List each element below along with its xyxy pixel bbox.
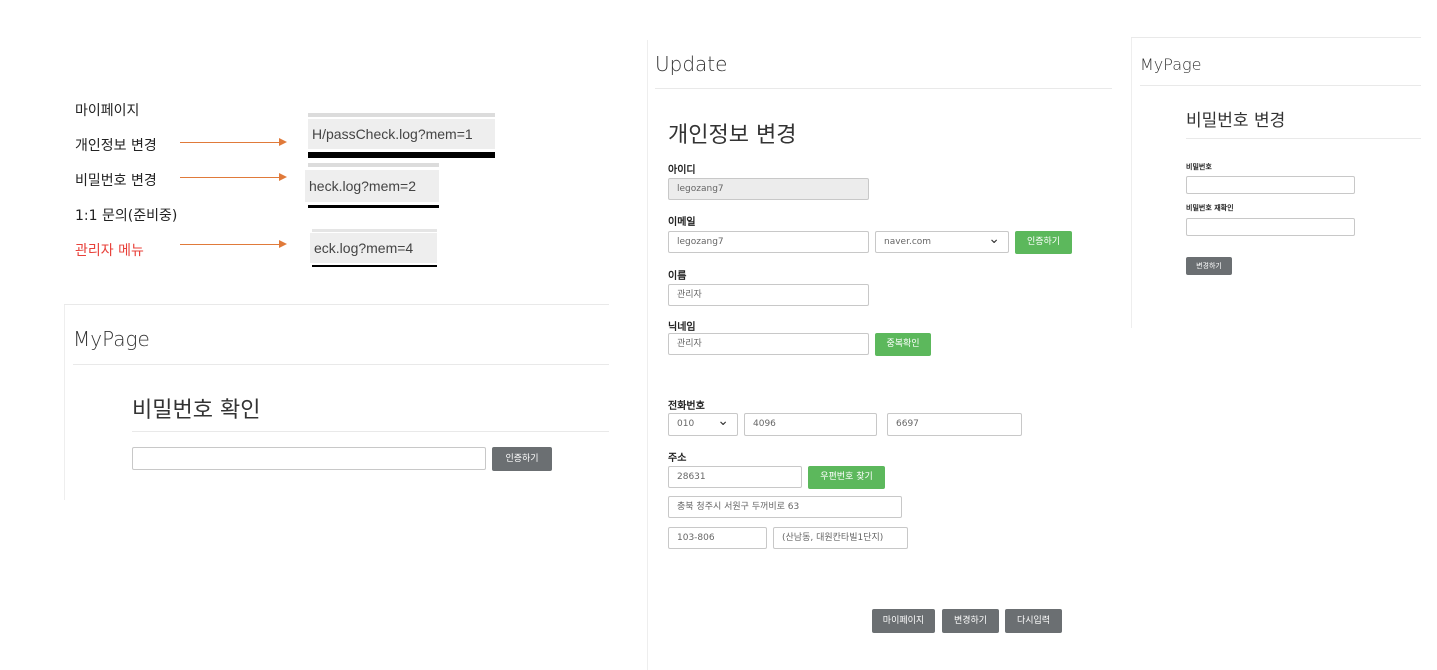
url-crop-underline — [308, 205, 439, 208]
arrow-icon — [180, 138, 287, 146]
password-label: 비밀번호 — [1186, 163, 1212, 171]
email-domain-value: naver.com — [884, 237, 932, 247]
id-field: legozang7 — [668, 178, 869, 200]
new-password-field[interactable] — [1186, 176, 1355, 194]
panel-title: MyPage — [1140, 55, 1202, 74]
url-text: heck.log?mem=2 — [305, 170, 439, 202]
postcode-field[interactable]: 28631 — [668, 466, 802, 488]
password-confirm-label: 비밀번호 재확인 — [1186, 204, 1234, 212]
menu-item-inquiry[interactable]: 1:1 문의(준비중) — [75, 205, 177, 225]
verify-button[interactable]: 인증하기 — [492, 447, 552, 471]
divider — [73, 364, 609, 365]
email-domain-select[interactable]: naver.com — [875, 231, 1009, 253]
nickname-label: 닉네임 — [668, 322, 696, 333]
url-crop-underline — [312, 265, 437, 267]
url-text: H/passCheck.log?mem=1 — [308, 119, 495, 149]
confirm-password-field[interactable] — [1186, 218, 1355, 236]
panel-title: Update — [655, 52, 728, 76]
url-crop-border — [312, 229, 437, 232]
arrow-icon — [180, 173, 287, 181]
panel-border — [64, 305, 65, 500]
url-crop-border — [308, 163, 439, 167]
panel-title: MyPage — [73, 327, 150, 351]
nickname-check-button[interactable]: 중복확인 — [875, 333, 931, 356]
page-heading: 개인정보 변경 — [668, 123, 797, 148]
detail-address-field[interactable]: 103-806 — [668, 527, 767, 549]
divider — [655, 88, 1112, 89]
divider — [132, 431, 609, 432]
address-field[interactable]: 충북 청주시 서원구 두꺼비로 63 — [668, 496, 902, 518]
panel-top-border — [1131, 37, 1421, 38]
mypage-button[interactable]: 마이페이지 — [872, 609, 935, 633]
phone-last-field[interactable]: 6697 — [887, 413, 1022, 436]
phone-middle-field[interactable]: 4096 — [744, 413, 877, 436]
phone-label: 전화번호 — [668, 401, 705, 412]
page-heading: 비밀번호 확인 — [132, 398, 261, 423]
email-label: 이메일 — [668, 217, 696, 228]
panel-top-border — [64, 304, 609, 305]
divider — [1186, 138, 1421, 139]
name-field[interactable]: 관리자 — [668, 284, 869, 306]
url-text: eck.log?mem=4 — [310, 233, 437, 263]
url-crop-border — [308, 113, 495, 117]
email-field[interactable]: legozang7 — [668, 231, 869, 253]
update-button[interactable]: 변경하기 — [942, 609, 999, 633]
url-crop-underline — [308, 152, 495, 158]
password-input[interactable] — [132, 447, 486, 470]
email-verify-button[interactable]: 인증하기 — [1015, 231, 1072, 254]
nickname-field[interactable]: 관리자 — [668, 333, 869, 355]
menu-item-mypage[interactable]: 마이페이지 — [75, 100, 139, 120]
name-label: 이름 — [668, 271, 687, 282]
change-password-button[interactable]: 변경하기 — [1186, 257, 1232, 275]
phone-prefix-select[interactable]: 010 — [668, 413, 738, 436]
menu-item-password[interactable]: 비밀번호 변경 — [75, 170, 157, 190]
arrow-icon — [180, 240, 287, 248]
id-label: 아이디 — [668, 165, 696, 176]
panel-border — [1131, 38, 1132, 328]
page-heading: 비밀번호 변경 — [1186, 111, 1286, 131]
reset-button[interactable]: 다시입력 — [1005, 609, 1062, 633]
menu-item-admin[interactable]: 관리자 메뉴 — [75, 240, 144, 260]
address-label: 주소 — [668, 453, 687, 464]
postcode-search-button[interactable]: 우편번호 찾기 — [808, 466, 885, 489]
panel-border — [647, 40, 648, 670]
divider — [1140, 85, 1421, 86]
extra-address-field[interactable]: (산남동, 대원칸타빌1단지) — [773, 527, 908, 549]
menu-item-profile[interactable]: 개인정보 변경 — [75, 135, 157, 155]
phone-prefix-value: 010 — [677, 419, 695, 429]
